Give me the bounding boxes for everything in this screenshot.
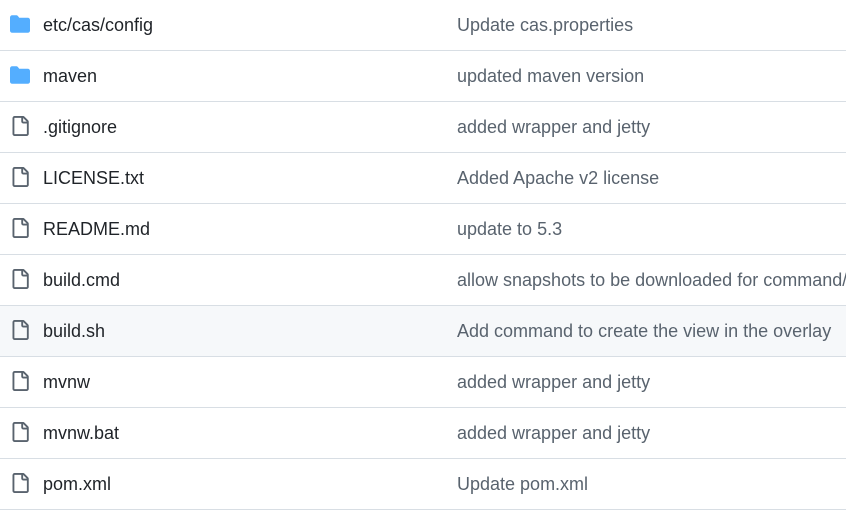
folder-icon <box>10 65 30 85</box>
file-row-maven[interactable]: maven updated maven version <box>0 51 846 102</box>
file-name-link[interactable]: pom.xml <box>43 459 111 509</box>
file-name-link[interactable]: .gitignore <box>43 102 117 152</box>
file-row-mvnw[interactable]: mvnw added wrapper and jetty <box>0 357 846 408</box>
commit-message-link[interactable]: Update cas.properties <box>457 0 633 50</box>
commit-message-link[interactable]: update to 5.3 <box>457 204 562 254</box>
file-icon <box>10 371 30 391</box>
commit-message-link[interactable]: Update pom.xml <box>457 459 588 509</box>
file-name-link[interactable]: mvnw.bat <box>43 408 119 458</box>
file-row-mvnw-bat[interactable]: mvnw.bat added wrapper and jetty <box>0 408 846 459</box>
commit-message-link[interactable]: added wrapper and jetty <box>457 408 650 458</box>
file-row-readme[interactable]: README.md update to 5.3 <box>0 204 846 255</box>
folder-icon <box>10 14 30 34</box>
file-name-link[interactable]: etc/cas/config <box>43 0 153 50</box>
file-name-link[interactable]: mvnw <box>43 357 90 407</box>
file-icon <box>10 116 30 136</box>
commit-message-link[interactable]: Add command to create the view in the ov… <box>457 306 831 356</box>
file-name-link[interactable]: maven <box>43 51 97 101</box>
file-icon <box>10 167 30 187</box>
file-row-pom[interactable]: pom.xml Update pom.xml <box>0 459 846 510</box>
file-name-link[interactable]: build.cmd <box>43 255 120 305</box>
file-row-license[interactable]: LICENSE.txt Added Apache v2 license <box>0 153 846 204</box>
file-icon <box>10 473 30 493</box>
file-row-build-sh[interactable]: build.sh Add command to create the view … <box>0 306 846 357</box>
file-name-link[interactable]: README.md <box>43 204 150 254</box>
commit-message-link[interactable]: allow snapshots to be downloaded for com… <box>457 255 846 305</box>
file-row-build-cmd[interactable]: build.cmd allow snapshots to be download… <box>0 255 846 306</box>
file-row-gitignore[interactable]: .gitignore added wrapper and jetty <box>0 102 846 153</box>
file-icon <box>10 269 30 289</box>
file-list: etc/cas/config Update cas.properties mav… <box>0 0 846 510</box>
commit-message-link[interactable]: Added Apache v2 license <box>457 153 659 203</box>
file-icon <box>10 218 30 238</box>
file-icon <box>10 422 30 442</box>
file-icon <box>10 320 30 340</box>
file-name-link[interactable]: build.sh <box>43 306 105 356</box>
commit-message-link[interactable]: added wrapper and jetty <box>457 102 650 152</box>
file-row-etc-cas-config[interactable]: etc/cas/config Update cas.properties <box>0 0 846 51</box>
commit-message-link[interactable]: updated maven version <box>457 51 644 101</box>
file-name-link[interactable]: LICENSE.txt <box>43 153 144 203</box>
commit-message-link[interactable]: added wrapper and jetty <box>457 357 650 407</box>
